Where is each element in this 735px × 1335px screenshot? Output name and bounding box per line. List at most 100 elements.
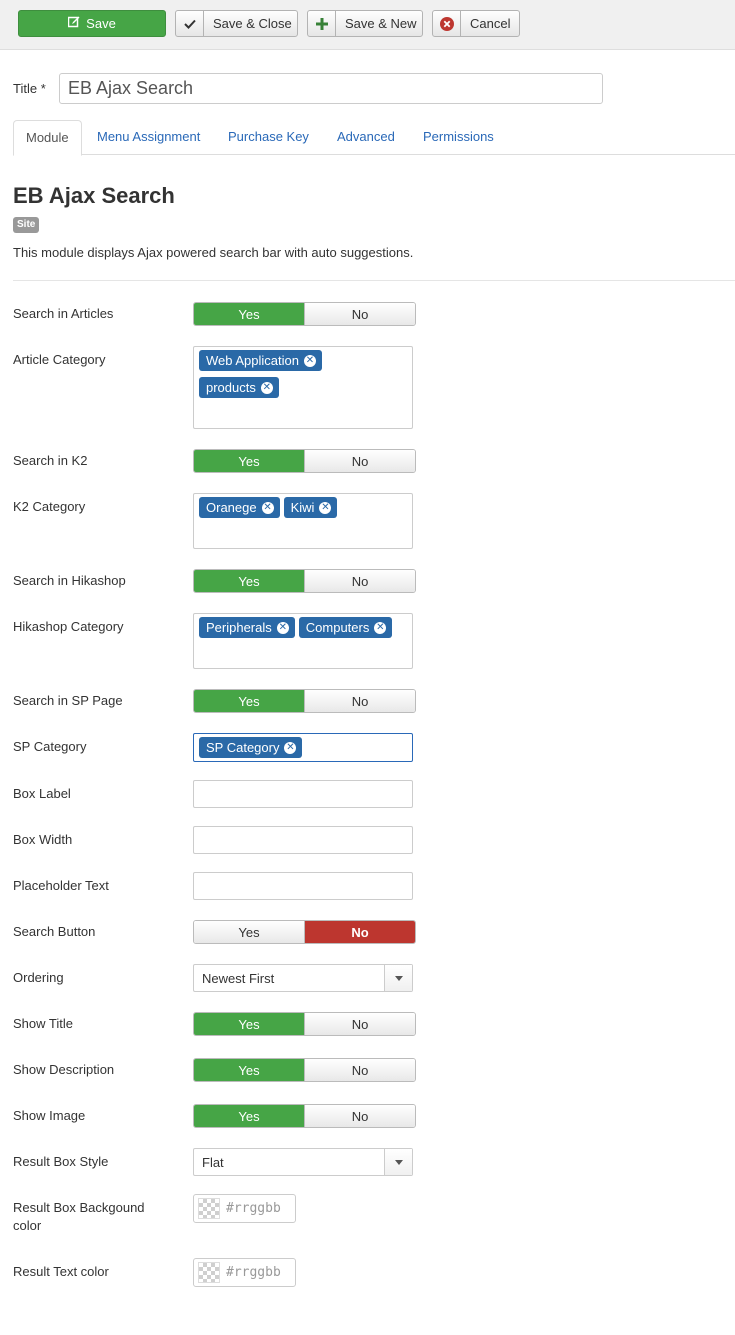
module-title: EB Ajax Search [13, 183, 175, 208]
result-box-bg-label-line2: color [13, 1218, 42, 1233]
result-text-color-input[interactable]: #rrggbb [193, 1258, 296, 1287]
cancel-circle-icon [433, 11, 461, 36]
hikashop-category-select[interactable]: Peripherals ✕ Computers ✕ [193, 613, 413, 669]
result-text-color-label: Result Text color [13, 1264, 109, 1279]
tag-chip[interactable]: Web Application ✕ [199, 350, 322, 371]
search-sp-no[interactable]: No [304, 690, 415, 712]
k2-category-label: K2 Category [13, 499, 86, 514]
caret-down-icon [384, 1149, 412, 1175]
title-label: Title * [13, 81, 46, 96]
search-articles-yes[interactable]: Yes [194, 303, 304, 325]
search-hikashop-label: Search in Hikashop [13, 573, 126, 588]
search-sp-yes[interactable]: Yes [194, 690, 304, 712]
search-k2-label: Search in K2 [13, 453, 88, 468]
box-width-label: Box Width [13, 832, 73, 847]
result-box-style-label: Result Box Style [13, 1154, 109, 1169]
title-value: EB Ajax Search [68, 78, 194, 98]
remove-tag-icon[interactable]: ✕ [319, 501, 332, 514]
result-box-style-select[interactable]: Flat [193, 1148, 413, 1176]
remove-tag-icon[interactable]: ✕ [304, 354, 316, 367]
show-title-toggle: Yes No [193, 1012, 416, 1036]
sp-category-select[interactable]: SP Category ✕ [193, 733, 413, 762]
search-hikashop-no[interactable]: No [304, 570, 415, 592]
result-box-bg-label: Result Box Backgound color [13, 1199, 145, 1235]
result-box-bg-color-input[interactable]: #rrggbb [193, 1194, 296, 1223]
show-description-no[interactable]: No [304, 1059, 415, 1081]
article-category-label: Article Category [13, 352, 106, 367]
tab-advanced[interactable]: Advanced [325, 120, 407, 155]
remove-tag-icon[interactable]: ✕ [276, 621, 289, 634]
show-image-yes[interactable]: Yes [194, 1105, 304, 1127]
tag-chip[interactable]: Peripherals ✕ [199, 617, 295, 638]
tag-label: SP Category [206, 740, 280, 755]
placeholder-text-input[interactable] [193, 872, 413, 900]
tag-chip[interactable]: Oranege ✕ [199, 497, 280, 518]
save-new-label: Save & New [345, 16, 417, 31]
placeholder-text-label: Placeholder Text [13, 878, 109, 893]
tab-menu-assignment[interactable]: Menu Assignment [85, 120, 212, 155]
checkmark-icon [176, 11, 204, 36]
search-k2-no[interactable]: No [304, 450, 415, 472]
save-close-label: Save & Close [213, 16, 292, 31]
result-box-style-value: Flat [202, 1154, 224, 1170]
tab-permissions[interactable]: Permissions [411, 120, 506, 155]
result-box-bg-label-line1: Result Box Backgound [13, 1200, 145, 1215]
search-k2-toggle: Yes No [193, 449, 416, 473]
remove-tag-icon[interactable]: ✕ [260, 381, 273, 394]
show-image-label: Show Image [13, 1108, 86, 1123]
show-description-label: Show Description [13, 1062, 115, 1077]
tag-chip[interactable]: Computers ✕ [298, 617, 393, 638]
search-sp-label: Search in SP Page [13, 693, 123, 708]
tab-purchase-key[interactable]: Purchase Key [216, 120, 321, 155]
search-articles-no[interactable]: No [304, 303, 415, 325]
color-swatch[interactable] [198, 1198, 220, 1219]
cancel-button[interactable]: Cancel [432, 10, 520, 37]
save-new-button[interactable]: Save & New [307, 10, 423, 37]
show-title-yes[interactable]: Yes [194, 1013, 304, 1035]
hikashop-category-label: Hikashop Category [13, 619, 124, 634]
tag-chip[interactable]: Kiwi ✕ [283, 497, 338, 518]
k2-category-select[interactable]: Oranege ✕ Kiwi ✕ [193, 493, 413, 549]
color-placeholder: #rrggbb [226, 1201, 281, 1216]
save-button[interactable]: Save [18, 10, 166, 37]
show-image-no[interactable]: No [304, 1105, 415, 1127]
search-hikashop-yes[interactable]: Yes [194, 570, 304, 592]
tag-label: products [206, 380, 256, 395]
edit-icon [67, 16, 80, 31]
box-label-input[interactable] [193, 780, 413, 808]
article-category-select[interactable]: Web Application ✕ products ✕ [193, 346, 413, 429]
save-close-button[interactable]: Save & Close [175, 10, 298, 37]
color-swatch[interactable] [198, 1262, 220, 1283]
tag-label: Oranege [206, 500, 257, 515]
cancel-label: Cancel [470, 16, 511, 31]
ordering-label: Ordering [13, 970, 64, 985]
search-button-yes[interactable]: Yes [194, 921, 304, 943]
tag-chip[interactable]: SP Category ✕ [199, 737, 303, 758]
show-title-no[interactable]: No [304, 1013, 415, 1035]
search-button-label: Search Button [13, 924, 96, 939]
tag-chip[interactable]: products ✕ [199, 377, 279, 398]
remove-tag-icon[interactable]: ✕ [374, 621, 387, 634]
box-width-input[interactable] [193, 826, 413, 854]
color-placeholder: #rrggbb [226, 1265, 281, 1280]
remove-tag-icon[interactable]: ✕ [284, 741, 297, 754]
remove-tag-icon[interactable]: ✕ [261, 501, 274, 514]
tag-label: Peripherals [206, 620, 272, 635]
title-input[interactable]: EB Ajax Search [59, 73, 603, 104]
search-button-no[interactable]: No [304, 921, 415, 943]
caret-down-icon [384, 965, 412, 991]
show-image-toggle: Yes No [193, 1104, 416, 1128]
sp-category-label: SP Category [13, 739, 87, 754]
module-description: This module displays Ajax powered search… [13, 245, 414, 260]
divider [13, 280, 735, 281]
show-title-label: Show Title [13, 1016, 73, 1031]
site-badge: Site [13, 217, 40, 233]
search-k2-yes[interactable]: Yes [194, 450, 304, 472]
plus-icon [308, 11, 336, 36]
search-articles-label: Search in Articles [13, 306, 114, 321]
show-description-yes[interactable]: Yes [194, 1059, 304, 1081]
tab-module[interactable]: Module [13, 120, 82, 156]
ordering-select[interactable]: Newest First [193, 964, 413, 992]
tag-label: Kiwi [290, 500, 315, 515]
ordering-value: Newest First [202, 970, 275, 986]
